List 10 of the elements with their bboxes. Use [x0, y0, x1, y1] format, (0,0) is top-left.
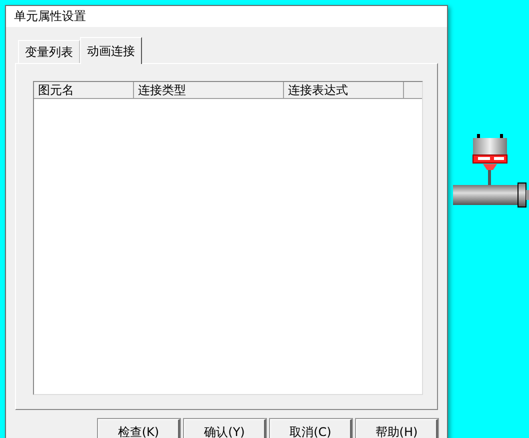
- dialog-button[interactable]: 确认(Y): [184, 419, 266, 438]
- dialog-button[interactable]: 取消(C): [270, 419, 352, 438]
- dialog-button[interactable]: 检查(K): [98, 419, 180, 438]
- tab[interactable]: 变量列表: [18, 40, 80, 63]
- column-header[interactable]: 连接类型: [134, 82, 284, 98]
- window-title: 单元属性设置: [14, 8, 86, 25]
- column-header[interactable]: 连接表达式: [284, 82, 404, 98]
- tab[interactable]: 动画连接: [80, 37, 142, 64]
- column-header[interactable]: 图元名: [34, 82, 134, 98]
- dialog-button[interactable]: 帮助(H): [356, 419, 438, 438]
